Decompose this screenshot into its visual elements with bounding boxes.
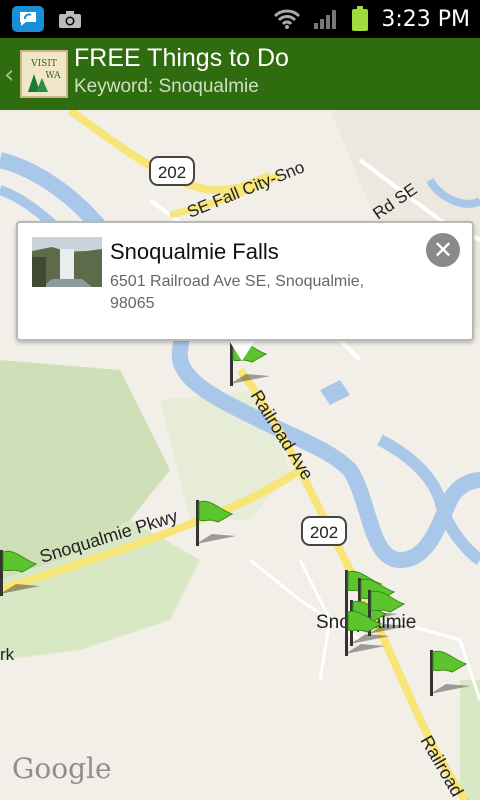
signal-icon xyxy=(314,10,337,29)
close-circle-icon[interactable]: ✕ xyxy=(426,233,460,267)
route-shield-202-top: 202 xyxy=(149,156,195,186)
place-popup[interactable]: Snoqualmie Falls 6501 Railroad Ave SE, S… xyxy=(16,221,474,341)
page-title: FREE Things to Do xyxy=(74,44,289,72)
back-chevron-icon[interactable]: ‹ xyxy=(4,60,14,90)
status-bar: 3:23 PM xyxy=(0,0,480,38)
popup-pointer xyxy=(228,339,256,361)
page-subtitle: Keyword: Snoqualmie xyxy=(74,76,259,97)
place-thumbnail xyxy=(32,237,102,287)
edge-label: rk xyxy=(0,645,15,664)
app-logo[interactable]: VISIT WA xyxy=(20,50,68,98)
app-header: ‹ VISIT WA FREE Things to Do Keyword: Sn… xyxy=(0,38,480,110)
map-canvas[interactable]: 202 202 SE Fall City-Sno Rd SE Railroad … xyxy=(0,110,480,800)
notification-app-icon xyxy=(12,6,44,32)
wifi-icon xyxy=(274,9,301,29)
place-title[interactable]: Snoqualmie Falls xyxy=(110,239,279,265)
google-attribution: Google xyxy=(12,752,112,785)
svg-text:WA: WA xyxy=(45,71,61,81)
svg-text:202: 202 xyxy=(310,523,338,542)
svg-text:VISIT: VISIT xyxy=(30,59,57,69)
battery-icon xyxy=(352,6,369,31)
clock: 3:23 PM xyxy=(381,6,470,32)
place-address: 6501 Railroad Ave SE, Snoqualmie, 98065 xyxy=(110,273,365,312)
route-shield-202-mid: 202 xyxy=(301,516,347,546)
svg-text:202: 202 xyxy=(158,163,186,182)
map-view[interactable]: 202 202 SE Fall City-Sno Rd SE Railroad … xyxy=(0,110,480,800)
camera-icon xyxy=(59,11,81,28)
